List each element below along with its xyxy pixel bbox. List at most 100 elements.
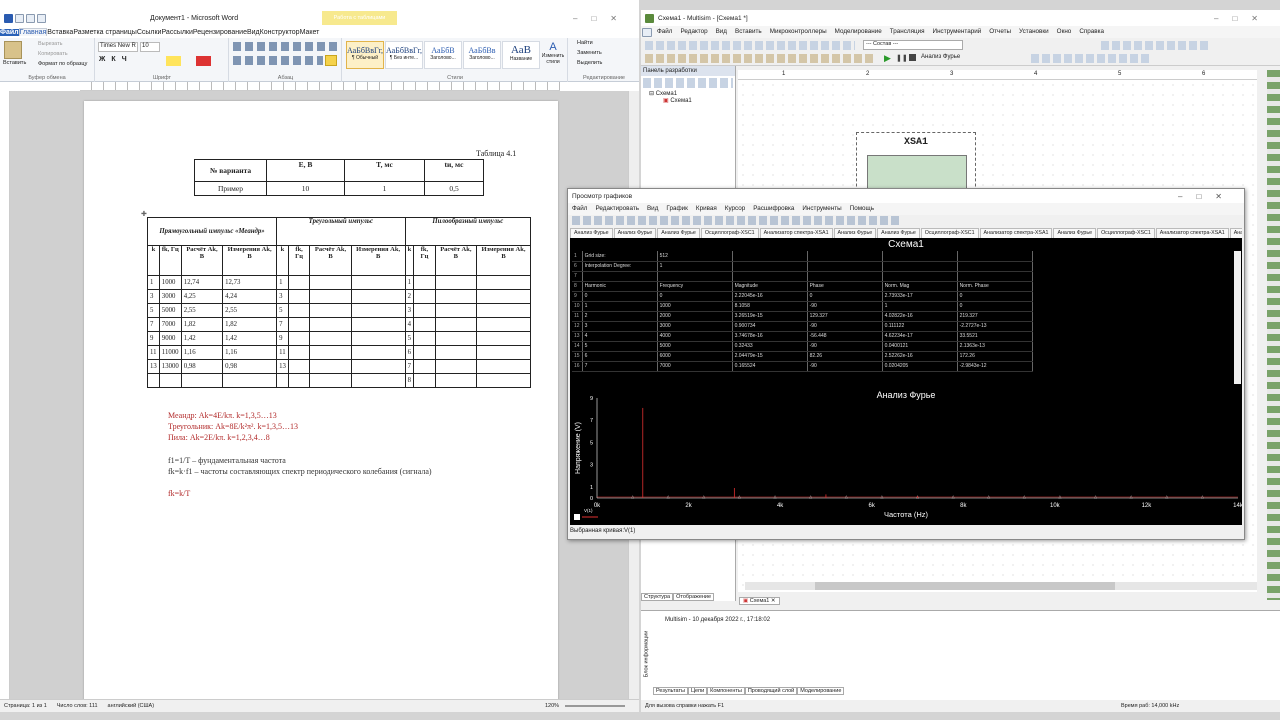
save-icon[interactable] [15,13,24,23]
component-select[interactable]: --- Состав --- [863,40,963,50]
zoom-icons[interactable] [1101,41,1211,50]
style-no-spacing[interactable]: АаБбВвГг, ¶ Без инте... [385,41,423,69]
grapher-menu-item[interactable]: Редактировать [591,203,643,215]
tree-child[interactable]: ▣ Схема1 [641,97,735,104]
grapher-menu-item[interactable]: Помощь [846,203,878,215]
legend-checkbox[interactable] [574,514,580,520]
grapher-menu-item[interactable]: Файл [568,203,591,215]
grapher-tab[interactable]: Анализ Фурье [877,228,920,238]
tab-file[interactable]: Файл [0,28,19,36]
params-table[interactable]: № варианта E, В T, мс tи, мс Пример 10 1… [194,159,484,196]
word-window-controls[interactable]: –□✕ [573,14,631,23]
tab-design[interactable]: Конструктор [260,29,300,36]
multisim-window-controls[interactable]: –□✕ [1214,14,1272,23]
menu-item[interactable]: Вставить [731,26,766,38]
tab-layout[interactable]: Макет [300,29,320,36]
grapher-tab[interactable]: Осциллограф-XSC1 [700,228,759,238]
grapher-tab[interactable]: Анализ Фурье [833,228,877,238]
design-toolbox-icons[interactable] [643,78,733,88]
highlight-color-icons[interactable] [166,56,216,66]
style-normal[interactable]: АаБбВвГг, ¶ Обычный [346,41,384,69]
menu-item[interactable]: Моделирование [831,26,886,38]
grapher-tab[interactable]: Анализ Фурье [613,228,657,238]
paste-icon[interactable] [4,41,22,59]
menu-item[interactable]: Инструментарий [929,26,986,38]
grapher-menu-item[interactable]: Расшифровка [749,203,798,215]
grapher-window-controls[interactable]: –□✕ [1178,192,1236,201]
fourier-chart[interactable]: Анализ Фурье 0 1 3 5 7 9 0k 2k 4k 6k 8k 10k 12k 14k Час… [570,386,1242,524]
fourier-row[interactable]: 14 5 5000 0.32433 -90 0.0400121 2.1363e-13 [572,341,1033,352]
grapher-tab[interactable]: Осциллограф-XSC1 [1097,228,1155,238]
undo-icon[interactable] [26,13,35,23]
grapher-menu-item[interactable]: Кривая [692,203,721,215]
fourier-table-area[interactable]: 1 Grid size: 512 6 Interpolation Degree: 1 7 8 H… [572,251,1234,384]
grapher-tab[interactable]: Анализатор спектра-XSA1 [759,228,833,238]
menu-item[interactable]: Редактор [676,26,711,38]
toolbar-icons-row3[interactable] [1031,54,1151,63]
stop-icon[interactable] [909,54,916,61]
fourier-row[interactable]: 13 4 4000 3.74678e-16 -56.448 4.62234e-17 33.5… [572,331,1033,342]
redo-icon[interactable] [37,13,46,23]
tab-results[interactable]: Результаты [653,687,688,695]
fourier-row[interactable]: 7 [572,271,1033,282]
grapher-menu-item[interactable]: Вид [643,203,662,215]
document-page[interactable]: Таблица 4.1 № варианта E, В T, мс tи, мс… [84,101,558,701]
zoom-level[interactable]: 120% [545,703,559,709]
tab-page-layout[interactable]: Разметка страницы [73,29,137,36]
fourier-row[interactable]: 9 0 0 2.22045e-16 0 2.73933e-17 0 [572,291,1033,302]
pause-icon[interactable]: ❚❚ [896,54,908,62]
fourier-table[interactable]: 1 Grid size: 512 6 Interpolation Degree: 1 7 8 H… [572,251,1033,372]
fourier-row[interactable]: 1 Grid size: 512 [572,251,1033,262]
bold-italic-underline-buttons[interactable]: ЖКЧ [99,56,133,63]
menu-item[interactable]: Файл [653,26,676,38]
info-vertical-tab[interactable]: Блок информации [643,631,649,678]
tab-components[interactable]: Компоненты [707,687,745,695]
grapher-tab[interactable]: Анализ Фурье [657,228,700,238]
toolbar-icons-row2[interactable] [645,54,875,63]
vertical-ruler[interactable] [0,91,10,699]
tab-home[interactable]: Главная [18,28,48,36]
list-buttons[interactable] [233,42,338,51]
grapher-menu-item[interactable]: Инструменты [798,203,845,215]
fourier-row[interactable]: 15 6 6000 2.04479e-15 82.26 2.52262e-16 172.26 [572,351,1033,362]
fourier-row[interactable]: 11 2 2000 3.26519e-15 129.327 4.02822e-16 219.… [572,311,1033,322]
find-button[interactable]: Найти [577,40,593,46]
menu-item[interactable]: Микроконтроллеры [766,26,831,38]
menu-item[interactable]: Вид [712,26,731,38]
tab-simulation[interactable]: Моделирование [797,687,845,695]
fourier-row[interactable]: 16 7 7000 0.165524 -90 0.0204205 -2.9843e-12 [572,361,1033,372]
menu-item[interactable]: Установки [1015,26,1053,38]
tab-references[interactable]: Ссылки [137,29,162,36]
instruments-toolbar[interactable] [1267,70,1280,600]
change-styles-button[interactable]: A Изменить стили [541,41,565,65]
tab-display[interactable]: Отображение [673,592,715,601]
fourier-row[interactable]: 6 Interpolation Degree: 1 [572,261,1033,272]
toolbar-icons-row1[interactable] [645,41,855,50]
replace-button[interactable]: Заменить [577,50,602,56]
analysis-button[interactable]: Анализ Фурье [921,54,960,60]
grapher-plot-area[interactable]: Схема1 1 Grid size: 512 6 Interpolation Degr… [570,238,1242,525]
grapher-tab[interactable]: Осциллограф-XSC1 [920,228,979,238]
table-scrollbar[interactable] [1234,251,1241,384]
font-size-select[interactable]: 10 [140,42,160,52]
tab-review[interactable]: Рецензирование [193,29,247,36]
style-heading2[interactable]: АаБбВв Заголово... [463,41,501,69]
sheet-tab-schema1[interactable]: ▣ Схема1 ✕ [739,597,780,605]
tab-insert[interactable]: Вставка [47,29,73,36]
grapher-toolbar[interactable] [572,216,902,225]
tab-view[interactable]: Вид [247,29,260,36]
status-language[interactable]: английский (США) [108,703,155,709]
style-title[interactable]: АаВ Название [502,41,540,69]
grapher-tab[interactable]: Анализатор спектра-XSA1 [979,228,1053,238]
grapher-tab[interactable]: Анализ Фурье [1053,228,1097,238]
menu-item[interactable]: Трансляция [886,26,929,38]
style-heading1[interactable]: АаБбВ Заголово... [424,41,462,69]
menu-item[interactable]: Отчеты [985,26,1015,38]
grapher-tab[interactable]: Анализ Фурье [570,228,613,238]
run-icon[interactable]: ▶ [884,53,891,64]
grapher-tab[interactable]: Анализ Ф [1229,228,1242,238]
shading-icon[interactable] [325,55,337,66]
table-move-handle-icon[interactable]: ✚ [141,210,147,218]
fourier-row[interactable]: 8 Harmonic Frequency Magnitude Phase Norm. Ma… [572,281,1033,292]
align-buttons[interactable] [233,56,323,65]
